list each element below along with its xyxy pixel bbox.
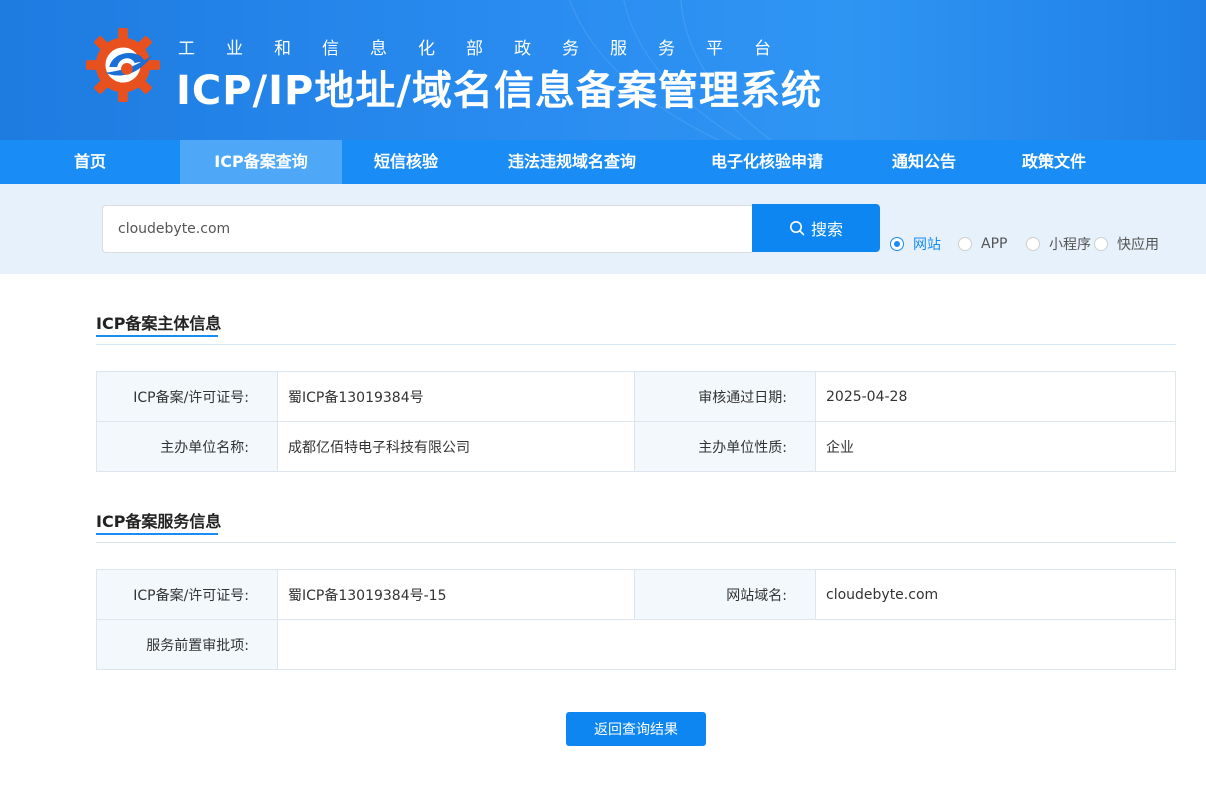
service-license-label: ICP备案/许可证号: (96, 569, 278, 620)
radio-type-website[interactable]: 网站 (890, 235, 941, 253)
table-row: ICP备案/许可证号: 蜀ICP备13019384号 审核通过日期: 2025-… (96, 371, 1176, 422)
platform-subtitle: 工业和信息化部政务服务平台 (178, 39, 802, 59)
domain-label: 网站域名: (634, 569, 816, 620)
radio-type-app[interactable]: APP (958, 235, 1007, 253)
organizer-name-value: 成都亿佰特电子科技有限公司 (277, 421, 635, 472)
radio-label: 快应用 (1117, 237, 1159, 253)
header-banner: 工业和信息化部政务服务平台 ICP/IP地址/域名信息备案管理系统 (0, 0, 1206, 140)
organizer-name-label: 主办单位名称: (96, 421, 278, 472)
system-title: ICP/IP地址/域名信息备案管理系统 (176, 68, 822, 114)
main-nav: 首页 ICP备案查询 短信核验 违法违规域名查询 电子化核验申请 通知公告 政策… (0, 140, 1206, 184)
section-underline (96, 335, 218, 337)
nav-item-sms-verify[interactable]: 短信核验 (342, 140, 470, 184)
nav-item-notices[interactable]: 通知公告 (860, 140, 988, 184)
subject-info-title: ICP备案主体信息 (96, 314, 222, 333)
approval-date-label: 审核通过日期: (634, 371, 816, 422)
search-button[interactable]: 搜索 (752, 204, 880, 252)
radio-dot (958, 237, 972, 251)
table-row: ICP备案/许可证号: 蜀ICP备13019384号-15 网站域名: clou… (96, 569, 1176, 620)
license-value: 蜀ICP备13019384号 (277, 371, 635, 422)
section-divider (96, 542, 1176, 543)
search-zone: 搜索 网站 APP 小程序 快应用 (0, 184, 1206, 274)
radio-dot (1026, 237, 1040, 251)
radio-label: APP (981, 236, 1008, 252)
search-icon (789, 221, 805, 236)
section-divider (96, 344, 1176, 345)
service-info-title: ICP备案服务信息 (96, 512, 222, 531)
service-info-table: ICP备案/许可证号: 蜀ICP备13019384号-15 网站域名: clou… (96, 569, 1176, 670)
back-to-results-button[interactable]: 返回查询结果 (566, 712, 706, 746)
search-button-label: 搜索 (810, 222, 843, 239)
pre-approval-label: 服务前置审批项: (96, 619, 278, 670)
domain-value: cloudebyte.com (815, 569, 1176, 620)
nav-item-icp-query[interactable]: ICP备案查询 (180, 140, 342, 184)
pre-approval-value (277, 619, 1176, 670)
radio-dot (1094, 237, 1108, 251)
service-license-value: 蜀ICP备13019384号-15 (277, 569, 635, 620)
nav-item-home[interactable]: 首页 (0, 140, 180, 184)
radio-type-mini-program[interactable]: 小程序 (1026, 235, 1091, 253)
gear-logo-icon (85, 27, 161, 103)
radio-type-quick-app[interactable]: 快应用 (1094, 235, 1159, 253)
search-input[interactable] (102, 205, 752, 253)
nav-item-illegal-domain[interactable]: 违法违规域名查询 (470, 140, 674, 184)
radio-dot (890, 237, 904, 251)
table-row: 服务前置审批项: (96, 619, 1176, 670)
table-row: 主办单位名称: 成都亿佰特电子科技有限公司 主办单位性质: 企业 (96, 421, 1176, 472)
license-label: ICP备案/许可证号: (96, 371, 278, 422)
nav-item-policy[interactable]: 政策文件 (988, 140, 1120, 184)
nav-item-e-verify[interactable]: 电子化核验申请 (674, 140, 860, 184)
section-underline (96, 533, 218, 535)
organizer-type-label: 主办单位性质: (634, 421, 816, 472)
radio-label: 小程序 (1049, 237, 1091, 253)
approval-date-value: 2025-04-28 (815, 371, 1176, 422)
organizer-type-value: 企业 (815, 421, 1176, 472)
subject-info-table: ICP备案/许可证号: 蜀ICP备13019384号 审核通过日期: 2025-… (96, 371, 1176, 472)
radio-label: 网站 (913, 237, 941, 253)
